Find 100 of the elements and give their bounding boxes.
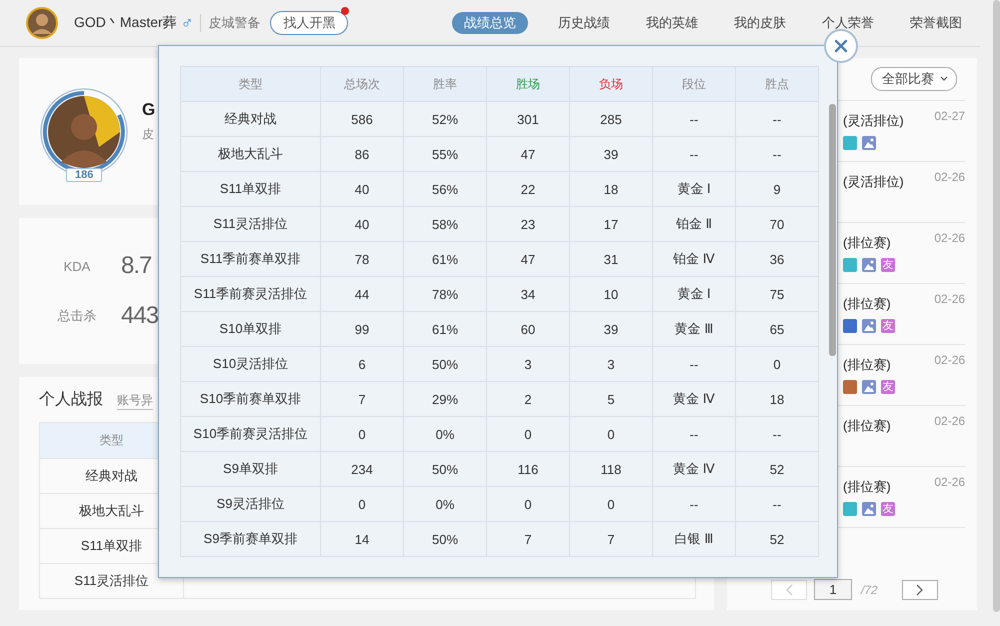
table-cell: 0 bbox=[320, 416, 404, 452]
image-icon bbox=[862, 380, 876, 394]
match-date: 02-26 bbox=[934, 231, 966, 247]
page-scrollbar[interactable] bbox=[993, 0, 1000, 612]
image-icon bbox=[862, 136, 876, 150]
table-cell: 0 bbox=[320, 486, 404, 522]
table-cell: 0 bbox=[486, 486, 570, 522]
table-cell: 56% bbox=[404, 172, 486, 206]
gender-symbol: ♂ bbox=[180, 13, 194, 33]
table-cell: 极地大乱斗 bbox=[180, 136, 320, 172]
table-cell: -- bbox=[652, 346, 736, 382]
table-cell: 50% bbox=[404, 452, 486, 486]
match-date: 02-26 bbox=[934, 475, 966, 491]
table-cell: 7 bbox=[486, 522, 570, 556]
friend-badge: 友 bbox=[881, 380, 895, 394]
table-cell: 17 bbox=[570, 206, 652, 242]
table-cell: S11灵活排位 bbox=[180, 206, 320, 242]
report-title: 个人战报 bbox=[39, 390, 103, 410]
match-title: (排位赛) bbox=[843, 356, 891, 374]
stat-label: KDA bbox=[62, 258, 92, 274]
table-cell: S10单双排 bbox=[180, 312, 320, 346]
table-cell: 黄金 Ⅳ bbox=[652, 452, 736, 486]
table-cell: 黄金 Ⅲ bbox=[652, 312, 736, 346]
caret-icon bbox=[940, 76, 948, 82]
table-cell: 86 bbox=[320, 136, 404, 172]
table-cell: 58% bbox=[404, 206, 486, 242]
match-filter-dropdown[interactable]: 全部比赛 bbox=[871, 67, 958, 91]
table-cell: -- bbox=[652, 486, 736, 522]
table-cell: 52% bbox=[404, 102, 486, 136]
table-cell: 75 bbox=[736, 276, 818, 312]
column-header: 类型 bbox=[180, 66, 320, 102]
image-icon bbox=[862, 502, 876, 516]
table-cell: 黄金 Ⅳ bbox=[652, 382, 736, 416]
table-cell: 黄金 Ⅰ bbox=[652, 276, 736, 312]
table-cell: -- bbox=[736, 416, 818, 452]
table-cell: -- bbox=[736, 486, 818, 522]
friend-badge: 友 bbox=[881, 319, 895, 333]
next-page-button[interactable] bbox=[902, 580, 938, 600]
table-cell: 0 bbox=[736, 346, 818, 382]
table-cell: 116 bbox=[486, 452, 570, 486]
match-title: (排位赛) bbox=[843, 295, 891, 313]
table-cell: -- bbox=[652, 136, 736, 172]
table-cell: 3 bbox=[570, 346, 652, 382]
table-cell: 18 bbox=[570, 172, 652, 206]
match-title: (灵活排位) bbox=[843, 112, 904, 130]
table-cell: 52 bbox=[736, 452, 818, 486]
table-cell: -- bbox=[652, 102, 736, 136]
profile-server: 皮 bbox=[142, 126, 155, 143]
table-cell: S11季前赛单双排 bbox=[180, 242, 320, 276]
match-date: 02-26 bbox=[934, 170, 966, 186]
scrollbar-thumb[interactable] bbox=[829, 104, 836, 356]
table-cell: -- bbox=[652, 416, 736, 452]
nav-tab[interactable]: 荣誉截图 bbox=[892, 12, 980, 34]
image-icon bbox=[862, 319, 876, 333]
previous-page-button[interactable] bbox=[771, 580, 807, 600]
stat-value: 443 bbox=[121, 302, 158, 330]
table-cell: 31 bbox=[570, 242, 652, 276]
table-cell: 14 bbox=[320, 522, 404, 556]
column-header: 段位 bbox=[652, 66, 736, 102]
close-button[interactable] bbox=[824, 29, 858, 63]
table-cell: 78% bbox=[404, 276, 486, 312]
table-cell: 50% bbox=[404, 346, 486, 382]
table-cell: 0 bbox=[486, 416, 570, 452]
table-cell: S11季前赛灵活排位 bbox=[180, 276, 320, 312]
table-cell: 铂金 Ⅳ bbox=[652, 242, 736, 276]
friend-badge: 友 bbox=[881, 502, 895, 516]
nav-tab[interactable]: 历史战绩 bbox=[540, 12, 628, 34]
table-cell: 6 bbox=[320, 346, 404, 382]
stat-value: 8.7 bbox=[121, 252, 152, 280]
table-cell: S10季前赛单双排 bbox=[180, 382, 320, 416]
table-cell: S9灵活排位 bbox=[180, 486, 320, 522]
table-cell: S10灵活排位 bbox=[180, 346, 320, 382]
table-cell: 301 bbox=[486, 102, 570, 136]
match-date: 02-27 bbox=[934, 109, 966, 125]
stat-label: 总击杀 bbox=[56, 307, 98, 325]
table-cell: 34 bbox=[486, 276, 570, 312]
match-date: 02-26 bbox=[934, 353, 966, 369]
match-title: (灵活排位) bbox=[843, 173, 904, 191]
table-cell: 285 bbox=[570, 102, 652, 136]
table-cell: 29% bbox=[404, 382, 486, 416]
table-cell: 47 bbox=[486, 136, 570, 172]
page-total: /72 bbox=[861, 582, 878, 596]
table-cell: 9 bbox=[736, 172, 818, 206]
nav-tab[interactable]: 个人荣誉 bbox=[804, 12, 892, 34]
table-cell: 2 bbox=[486, 382, 570, 416]
table-cell: 白银 Ⅲ bbox=[652, 522, 736, 556]
table-cell: S11单双排 bbox=[180, 172, 320, 206]
table-cell: 0% bbox=[404, 486, 486, 522]
page-number-field[interactable]: 1 bbox=[814, 579, 852, 600]
table-cell: S10季前赛灵活排位 bbox=[180, 416, 320, 452]
nav-tab[interactable]: 我的皮肤 bbox=[716, 12, 804, 34]
nav-tab[interactable]: 我的英雄 bbox=[628, 12, 716, 34]
table-cell: 65 bbox=[736, 312, 818, 346]
table-cell: 99 bbox=[320, 312, 404, 346]
table-cell: 78 bbox=[320, 242, 404, 276]
match-date: 02-26 bbox=[934, 292, 966, 308]
table-cell: 铂金 Ⅱ bbox=[652, 206, 736, 242]
avatar-icon bbox=[26, 7, 58, 39]
table-cell: 0 bbox=[570, 416, 652, 452]
image-icon bbox=[862, 258, 876, 272]
